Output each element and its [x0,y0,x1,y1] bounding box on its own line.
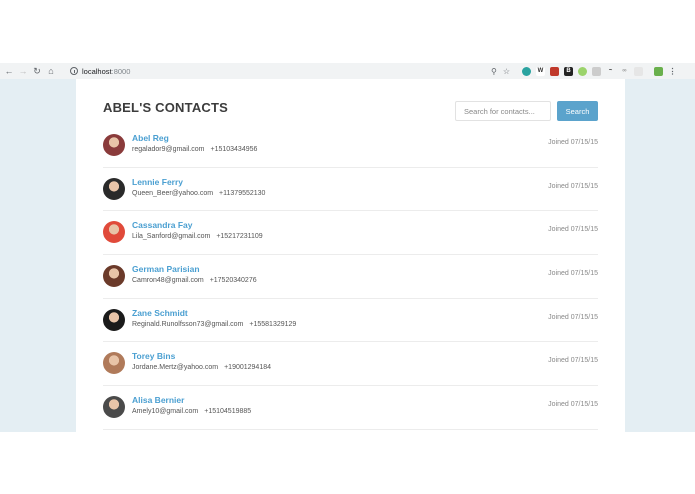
url-host: localhost [82,66,112,76]
avatar [103,221,125,244]
avatar [103,396,125,419]
home-icon[interactable]: ⌂ [45,64,57,78]
contact-details: Reginald.Runolfsson73@gmail.com +15581329… [132,321,296,328]
contact-email: Lila_Sanford@gmail.com [132,233,211,241]
avatar [103,134,125,156]
address-bar-actions: ⚲ ☆ [491,65,510,77]
contact-name[interactable]: Cassandra Fay [132,220,192,230]
extension-shield-icon[interactable] [654,66,663,76]
contact-phone: +15104519885 [204,408,252,416]
forward-arrow-icon[interactable]: → [17,64,29,78]
contact-details: Queen_Beer@yahoo.com +11379552130 [132,190,265,197]
contact-phone: +15103434956 [210,146,258,153]
contact-email: Reginald.Runolfsson73@gmail.com [132,320,244,328]
page-viewport: ABEL'S CONTACTS Search Abel Reg regalado… [0,79,695,432]
extensions-bar: W B ~ ∞ ⋮ [522,65,677,77]
browser-toolbar: ← → ↻ ⌂ localhost:8000 ⚲ ☆ W B ~ ∞ ⋮ [0,63,695,79]
avatar [103,177,125,200]
search-button[interactable]: Search [557,101,598,121]
joined-date: Joined 07/15/15 [548,182,598,190]
contact-email: Jordane.Mertz@yahoo.com [132,364,219,372]
page-title: ABEL'S CONTACTS [103,100,229,115]
extension-link-icon[interactable]: ∞ [620,67,629,76]
avatar [103,308,125,331]
joined-date: Joined 07/15/15 [548,313,598,321]
contact-row[interactable]: Torey Bins Jordane.Mertz@yahoo.com +19001… [103,342,598,387]
url-port: :8000 [111,66,131,76]
extension-red-icon[interactable] [550,66,559,76]
extension-w-icon[interactable]: W [536,66,545,76]
contact-name[interactable]: Torey Bins [132,351,175,361]
bookmark-star-icon[interactable]: ☆ [503,67,510,76]
avatar [103,352,125,375]
zoom-icon[interactable]: ⚲ [491,67,497,76]
contact-phone: +11379552130 [219,189,266,197]
contact-phone: +15581329129 [249,320,297,328]
contact-email: Camron48@gmail.com [132,277,204,285]
address-bar[interactable]: localhost:8000 ⚲ ☆ [66,65,516,77]
contacts-panel: ABEL'S CONTACTS Search Abel Reg regalado… [76,79,625,432]
extension-doc-icon[interactable] [592,66,601,76]
joined-date: Joined 07/15/15 [548,139,598,146]
contact-row[interactable]: German Parisian Camron48@gmail.com +17520… [103,255,598,299]
contact-name[interactable]: German Parisian [132,264,200,274]
contacts-list: Abel Reg regalador9@gmail.com +1510343495… [103,124,598,430]
contact-phone: +17520340276 [209,277,257,285]
contact-details: Camron48@gmail.com +17520340276 [132,277,257,284]
contact-name[interactable]: Alisa Bernier [132,395,184,405]
contact-row[interactable]: Cassandra Fay Lila_Sanford@gmail.com +152… [103,211,598,256]
joined-date: Joined 07/15/15 [548,270,598,278]
contact-details: Lila_Sanford@gmail.com +15217231109 [132,233,263,240]
contact-row[interactable]: Zane Schmidt Reginald.Runolfsson73@gmail… [103,299,598,343]
contact-phone: +15217231109 [216,233,263,241]
contact-phone: +19001294184 [224,364,272,372]
contact-details: regalador9@gmail.com +15103434956 [132,146,257,153]
contact-name[interactable]: Zane Schmidt [132,308,188,318]
browser-nav: ← → ↻ ⌂ [3,64,57,78]
extension-circle-icon[interactable] [522,66,531,76]
site-info-icon[interactable] [70,67,78,75]
search-input[interactable] [455,101,551,121]
contact-details: Jordane.Mertz@yahoo.com +19001294184 [132,364,271,371]
joined-date: Joined 07/15/15 [548,401,598,409]
reload-icon[interactable]: ↻ [31,64,43,78]
avatar [103,265,125,288]
contact-row[interactable]: Alisa Bernier Amely10@gmail.com +15104519… [103,386,598,430]
contact-row[interactable]: Abel Reg regalador9@gmail.com +1510343495… [103,124,598,168]
contact-name[interactable]: Abel Reg [132,133,169,143]
back-arrow-icon[interactable]: ← [3,64,15,78]
extension-b-icon[interactable]: B [564,66,573,76]
joined-date: Joined 07/15/15 [548,357,598,365]
contact-name[interactable]: Lennie Ferry [132,177,183,187]
contacts-header: ABEL'S CONTACTS Search [103,100,598,121]
contact-email: Queen_Beer@yahoo.com [132,189,214,197]
joined-date: Joined 07/15/15 [548,226,598,234]
extension-wave-icon[interactable]: ~ [606,67,615,76]
contact-details: Amely10@gmail.com +15104519885 [132,408,251,415]
contact-row[interactable]: Lennie Ferry Queen_Beer@yahoo.com +113795… [103,168,598,212]
contact-email: regalador9@gmail.com [132,146,205,153]
screen: ← → ↻ ⌂ localhost:8000 ⚲ ☆ W B ~ ∞ ⋮ AB… [0,0,695,494]
extension-box-icon[interactable] [634,66,643,76]
extension-green-icon[interactable] [578,66,587,76]
menu-dots-icon[interactable]: ⋮ [668,67,677,76]
contact-email: Amely10@gmail.com [132,408,199,416]
